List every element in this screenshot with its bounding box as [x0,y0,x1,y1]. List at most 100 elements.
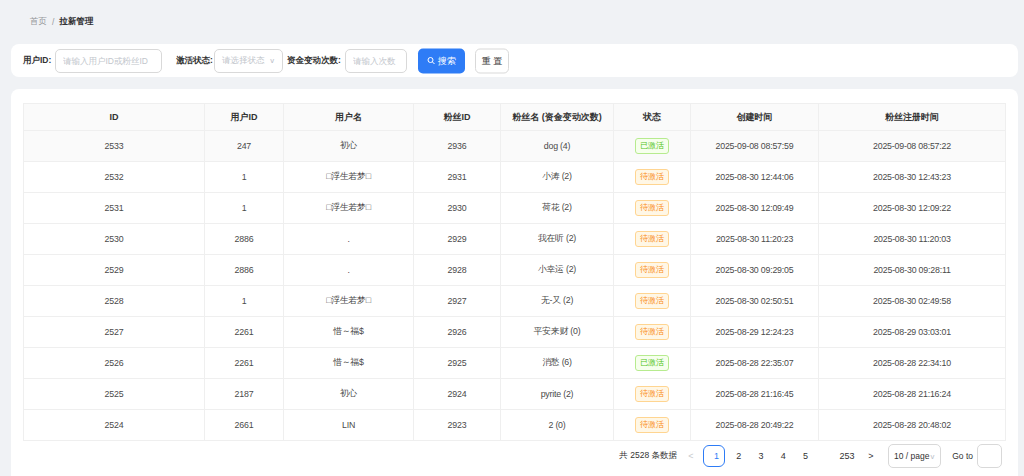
status-tag: 已激活 [635,355,669,371]
status-cell: 待激活 [614,224,691,255]
user-id-cell: 2261 [205,317,284,348]
status-cell: 待激活 [614,286,691,317]
column-header: 用户ID [205,104,284,131]
page-size-select[interactable]: 10 / page ∨ [888,444,941,468]
created-at-cell: 2025-08-30 12:09:49 [691,193,819,224]
data-table: ID用户ID用户名粉丝ID粉丝名 (资金变动次数)状态创建时间粉丝注册时间 25… [23,103,1006,441]
user-id-cell: 247 [205,131,284,162]
user-id-input[interactable] [55,49,162,73]
user-id-label: 用户ID: [23,55,51,67]
user-name-cell: 惜～福$ [284,348,414,379]
table-card: ID用户ID用户名粉丝ID粉丝名 (资金变动次数)状态创建时间粉丝注册时间 25… [11,89,1018,476]
user-id-cell: 2261 [205,348,284,379]
fan-name-cell: 小幸运 (2) [501,255,614,286]
column-header: 粉丝ID [414,104,501,131]
user-id-cell: 2886 [205,224,284,255]
page-button-3[interactable]: 3 [748,445,770,467]
column-header: 用户名 [284,104,414,131]
page: 首页 / 拉新管理 用户ID: 激活状态: 请选择状态 ∨ 资金变动次数: 搜索… [0,0,1024,476]
status-cell: 待激活 [614,255,691,286]
fan-name-cell: dog (4) [501,131,614,162]
prev-page-button[interactable]: < [680,445,702,467]
id-cell: 2530 [24,224,205,255]
fan-name-cell: 2 (0) [501,410,614,441]
pagination-total: 共 2528 条数据 [619,450,677,462]
status-cell: 待激活 [614,410,691,441]
column-header: 创建时间 [691,104,819,131]
status-tag: 待激活 [635,200,669,216]
id-cell: 2526 [24,348,205,379]
page-size-value: 10 / page [894,451,929,461]
fan-id-cell: 2923 [414,410,501,441]
goto-label: Go to [952,451,973,461]
page-button-4[interactable]: 4 [770,445,792,467]
page-button-1[interactable]: 1 [703,445,725,467]
fan-id-cell: 2927 [414,286,501,317]
next-page-button[interactable]: > [860,445,882,467]
breadcrumb-home[interactable]: 首页 [30,16,47,28]
goto-page-input[interactable] [977,444,1002,468]
registered-at-cell: 2025-08-28 22:34:10 [819,348,1006,379]
fan-name-cell: 消愁 (6) [501,348,614,379]
table-row: 25321□浮生若梦□2931小涛 (2)待激活2025-08-30 12:44… [24,162,1006,193]
status-cell: 待激活 [614,193,691,224]
registered-at-cell: 2025-08-30 12:09:22 [819,193,1006,224]
page-button-5[interactable]: 5 [792,445,814,467]
id-cell: 2533 [24,131,205,162]
user-name-cell: 初心 [284,131,414,162]
chevron-down-icon: ∨ [929,452,935,460]
pagination-ellipsis[interactable] [814,445,836,467]
table-header-row: ID用户ID用户名粉丝ID粉丝名 (资金变动次数)状态创建时间粉丝注册时间 [24,104,1006,131]
user-name-cell: . [284,224,414,255]
search-icon [427,57,435,65]
user-name-cell: □浮生若梦□ [284,193,414,224]
created-at-cell: 2025-08-30 09:29:05 [691,255,819,286]
status-select-placeholder: 请选择状态 [222,55,269,67]
created-at-cell: 2025-08-30 12:44:06 [691,162,819,193]
table-row: 25292886.2928小幸运 (2)待激活2025-08-30 09:29:… [24,255,1006,286]
status-tag: 待激活 [635,169,669,185]
user-name-cell: 惜～福$ [284,317,414,348]
table-row: 2533247初心2936dog (4) 已激活 2025-09-08 08:57:… [24,131,1006,162]
status-tag: 已激活 [635,138,669,154]
registered-at-cell: 2025-08-30 09:28:11 [819,255,1006,286]
fan-id-cell: 2936 [414,131,501,162]
table-body: 2533247初心2936dog (4) 已激活 2025-09-08 08:57:… [24,131,1006,441]
column-header: ID [24,104,205,131]
fan-id-cell: 2931 [414,162,501,193]
registered-at-cell: 2025-08-30 11:20:03 [819,224,1006,255]
registered-at-cell: 2025-08-29 03:03:01 [819,317,1006,348]
status-select[interactable]: 请选择状态 ∨ [214,49,283,73]
fan-id-cell: 2928 [414,255,501,286]
column-header: 粉丝注册时间 [819,104,1006,131]
user-id-cell: 2661 [205,410,284,441]
table-row: 25262261惜～福$2925消愁 (6) 已激活 2025-08-28 22:3… [24,348,1006,379]
times-input[interactable] [345,49,407,73]
created-at-cell: 2025-08-28 22:35:07 [691,348,819,379]
user-id-cell: 2187 [205,379,284,410]
status-tag: 待激活 [635,293,669,309]
created-at-cell: 2025-08-28 21:16:45 [691,379,819,410]
created-at-cell: 2025-08-29 12:24:23 [691,317,819,348]
user-name-cell: LIN [284,410,414,441]
id-cell: 2524 [24,410,205,441]
reset-button-label: 重 置 [482,54,503,67]
table-row: 25302886.2929我在听 (2)待激活2025-08-30 11:20:… [24,224,1006,255]
registered-at-cell: 2025-08-30 12:43:23 [819,162,1006,193]
registered-at-cell: 2025-08-28 20:48:02 [819,410,1006,441]
registered-at-cell: 2025-09-08 08:57:22 [819,131,1006,162]
search-button[interactable]: 搜索 [418,48,465,73]
fan-id-cell: 2925 [414,348,501,379]
last-page-button[interactable]: 253 [836,445,858,467]
page-button-2[interactable]: 2 [725,445,747,467]
status-cell: 待激活 [614,162,691,193]
reset-button[interactable]: 重 置 [475,48,509,73]
column-header: 状态 [614,104,691,131]
status-cell: 已激活 [614,131,691,162]
user-name-cell: . [284,255,414,286]
id-cell: 2532 [24,162,205,193]
id-cell: 2531 [24,193,205,224]
fan-name-cell: 我在听 (2) [501,224,614,255]
table-row: 25252187初心2924pyrite (2)待激活2025-08-28 21… [24,379,1006,410]
fan-id-cell: 2930 [414,193,501,224]
